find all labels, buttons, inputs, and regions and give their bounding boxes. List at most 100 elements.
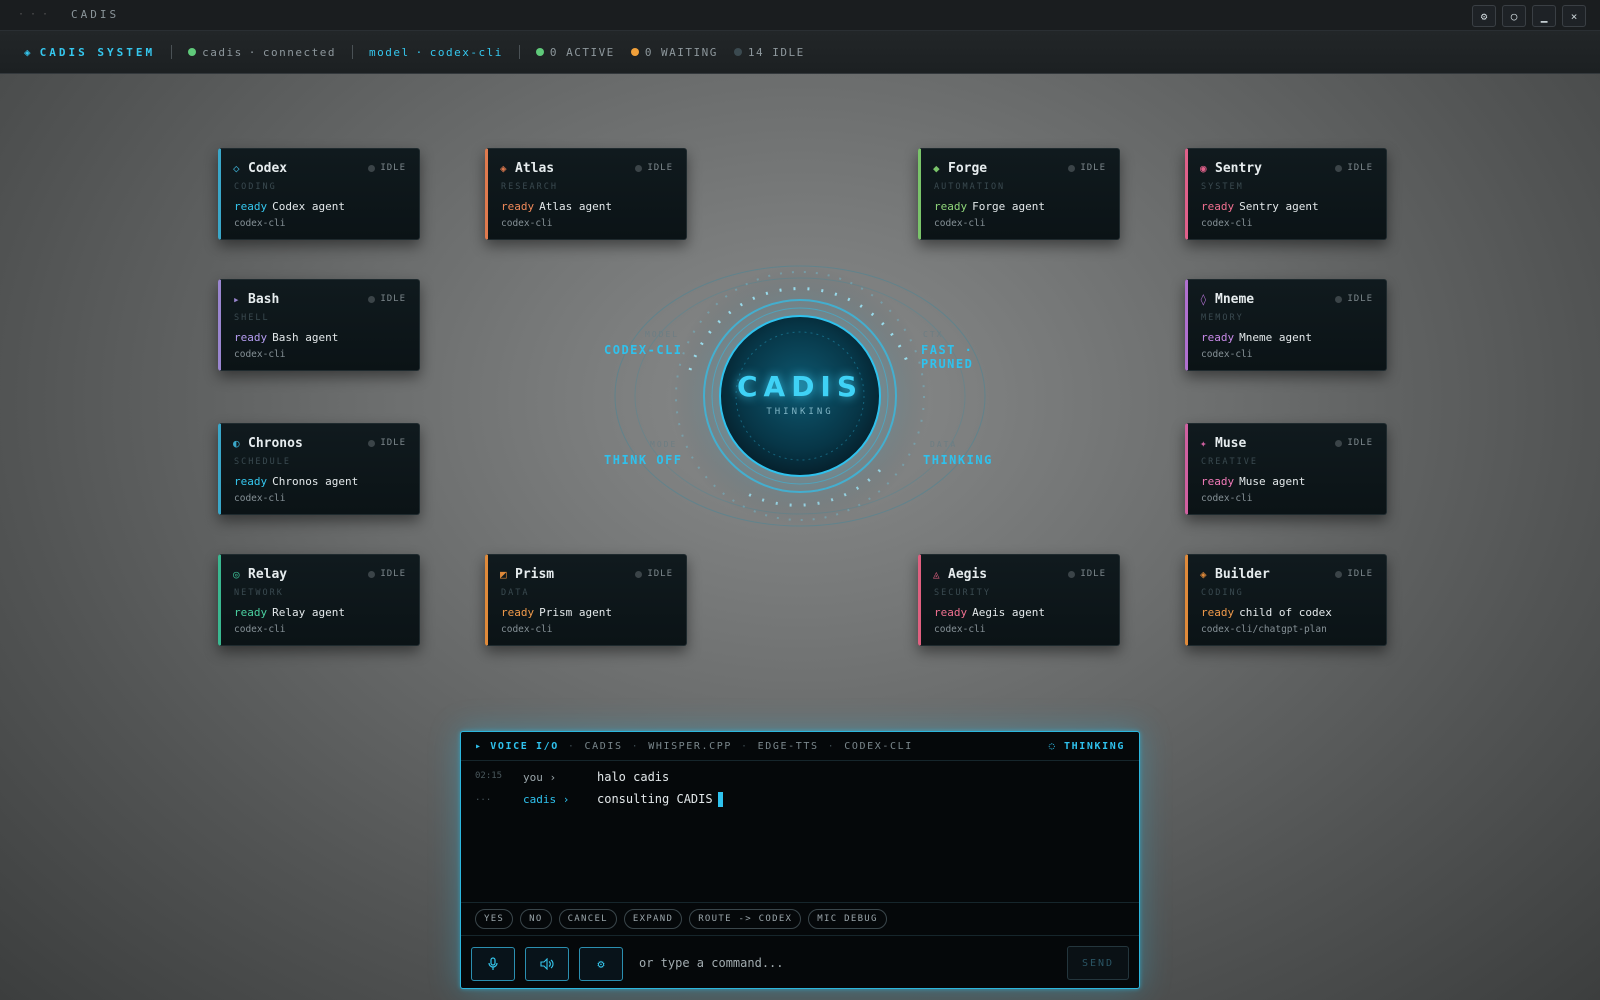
chip-cancel[interactable]: CANCEL xyxy=(558,909,617,929)
agent-state-label: IDLE xyxy=(647,569,673,579)
state-dot-icon xyxy=(1335,439,1343,447)
agent-status-line: ready Muse agent xyxy=(1201,475,1305,488)
brand-icon: ◈ xyxy=(24,45,34,59)
state-dot-icon xyxy=(1068,164,1076,172)
agent-status-word: ready xyxy=(934,606,968,619)
agent-state-label: IDLE xyxy=(380,294,406,304)
agent-card-relay[interactable]: ◎ Relay IDLE NETWORK ready Relay agent codex-c… xyxy=(218,554,420,646)
agent-state-label: IDLE xyxy=(1080,163,1106,173)
agent-status-line: ready Atlas agent xyxy=(501,200,612,213)
brand-label: CADIS SYSTEM xyxy=(39,45,156,59)
agent-role: CREATIVE xyxy=(1201,457,1258,467)
agent-state-label: IDLE xyxy=(1347,294,1373,304)
model-info[interactable]: model · codex-cli xyxy=(369,46,503,59)
agent-status-line: ready Chronos agent xyxy=(234,475,358,488)
agent-status-line: ready Aegis agent xyxy=(934,606,1045,619)
agent-message: Relay agent xyxy=(272,606,345,619)
agent-provider: codex-cli xyxy=(501,218,553,229)
speaker-icon[interactable] xyxy=(525,947,569,981)
half-circle-icon: ◐ xyxy=(233,437,240,450)
agent-state: IDLE xyxy=(368,294,406,304)
active-label: 0 ACTIVE xyxy=(549,45,615,59)
agent-card-sentry[interactable]: ◉ Sentry IDLE SYSTEM ready Sentry agent codex-… xyxy=(1185,148,1387,240)
command-input[interactable] xyxy=(637,949,1041,977)
circle-icon[interactable]: ○ xyxy=(1502,5,1526,27)
model-caption: MODEL xyxy=(645,330,680,339)
microphone-icon[interactable] xyxy=(471,947,515,981)
brand: ◈ CADIS SYSTEM xyxy=(24,46,155,59)
sparkle-icon: ✦ xyxy=(1200,437,1207,450)
agent-name: Forge xyxy=(948,161,988,176)
core-visualizer[interactable]: CADIS THINKING MODEL CODEX-CLI CTX FAST … xyxy=(580,250,1020,540)
agent-status-line: ready Codex agent xyxy=(234,200,345,213)
agent-state-label: IDLE xyxy=(1347,163,1373,173)
agent-name: Bash xyxy=(248,292,280,307)
ring-icon: ◎ xyxy=(233,568,240,581)
agent-status-word: ready xyxy=(234,606,268,619)
agent-role: SHELL xyxy=(234,313,270,323)
agent-state: IDLE xyxy=(368,438,406,448)
agent-name: Codex xyxy=(248,161,288,176)
core-model-value: CODEX-CLI xyxy=(604,343,683,357)
model-label: model xyxy=(368,45,410,59)
agent-state: IDLE xyxy=(1335,294,1373,304)
agent-state: IDLE xyxy=(368,163,406,173)
message-time: 02:15 xyxy=(475,771,503,781)
triangle-shield-icon: ◬ xyxy=(933,568,940,581)
agent-role: SECURITY xyxy=(934,588,991,598)
agent-card-aegis[interactable]: ◬ Aegis IDLE SECURITY ready Aegis agent codex-… xyxy=(918,554,1120,646)
agent-card-builder[interactable]: ◈ Builder IDLE CODING ready child of codex cod… xyxy=(1185,554,1387,646)
agent-card-muse[interactable]: ✦ Muse IDLE CREATIVE ready Muse agent codex-cl… xyxy=(1185,423,1387,515)
agent-message: Chronos agent xyxy=(272,475,359,488)
agent-state: IDLE xyxy=(1068,569,1106,579)
agent-provider: codex-cli xyxy=(1201,218,1253,229)
settings-icon[interactable]: ⚙ xyxy=(1472,5,1496,27)
separator-dot: · xyxy=(827,740,836,752)
active-count: 0 ACTIVE xyxy=(535,45,615,59)
agent-status-line: ready Prism agent xyxy=(501,606,612,619)
minimize-icon[interactable]: ▁ xyxy=(1532,5,1556,27)
voice-title-label: VOICE I/O xyxy=(490,740,559,752)
divider xyxy=(518,45,520,59)
agent-role: RESEARCH xyxy=(501,182,558,192)
agent-card-atlas[interactable]: ◈ Atlas IDLE RESEARCH ready Atlas agent codex-… xyxy=(485,148,687,240)
voice-tag: CADIS xyxy=(584,740,623,752)
core-ctx-value: FAST · PRUNED xyxy=(921,343,974,371)
separator-dot: · xyxy=(631,740,640,752)
chip-route-codex[interactable]: ROUTE -> CODEX xyxy=(689,909,802,929)
agent-card-codex[interactable]: ◇ Codex IDLE CODING ready Codex agent codex-cl… xyxy=(218,148,420,240)
agent-status-word: ready xyxy=(1201,475,1235,488)
agent-state-label: IDLE xyxy=(647,163,673,173)
window-dots: ··· xyxy=(18,9,55,20)
close-icon[interactable]: × xyxy=(1562,5,1586,27)
agent-card-mneme[interactable]: ◊ Mneme IDLE MEMORY ready Mneme agent codex-cl… xyxy=(1185,279,1387,371)
chip-yes[interactable]: YES xyxy=(475,909,514,929)
agent-status-line: ready Bash agent xyxy=(234,331,338,344)
chip-mic-debug[interactable]: MIC DEBUG xyxy=(808,909,887,929)
agent-card-forge[interactable]: ◆ Forge IDLE AUTOMATION ready Forge agent code… xyxy=(918,148,1120,240)
separator-dot: · xyxy=(415,45,424,59)
agent-message: Aegis agent xyxy=(972,606,1045,619)
agent-name: Builder xyxy=(1215,567,1270,582)
message-speaker: you › xyxy=(523,771,557,784)
chip-expand[interactable]: EXPAND xyxy=(623,909,683,929)
agent-state: IDLE xyxy=(1335,163,1373,173)
chip-no[interactable]: NO xyxy=(520,909,552,929)
agent-message: Sentry agent xyxy=(1239,200,1319,213)
agent-role: NETWORK xyxy=(234,588,284,598)
diamond-outline-icon: ◇ xyxy=(233,162,240,175)
separator-dot: · xyxy=(567,740,576,752)
agent-card-prism[interactable]: ◩ Prism IDLE DATA ready Prism agent codex-cli xyxy=(485,554,687,646)
state-dot-icon xyxy=(368,439,376,447)
send-button[interactable]: SEND xyxy=(1067,946,1129,980)
gear-icon[interactable]: ⚙ xyxy=(579,947,623,981)
agent-card-chronos[interactable]: ◐ Chronos IDLE SCHEDULE ready Chronos agent co… xyxy=(218,423,420,515)
agent-message: child of codex xyxy=(1239,606,1332,619)
connection-state: connected xyxy=(262,45,336,59)
agent-provider: codex-cli xyxy=(934,624,986,635)
agent-role: SYSTEM xyxy=(1201,182,1244,192)
state-dot-icon xyxy=(1335,570,1343,578)
agent-card-bash[interactable]: ▸ Bash IDLE SHELL ready Bash agent codex-cli xyxy=(218,279,420,371)
agent-status-line: ready Relay agent xyxy=(234,606,345,619)
core-data-value: THINKING xyxy=(923,453,993,467)
